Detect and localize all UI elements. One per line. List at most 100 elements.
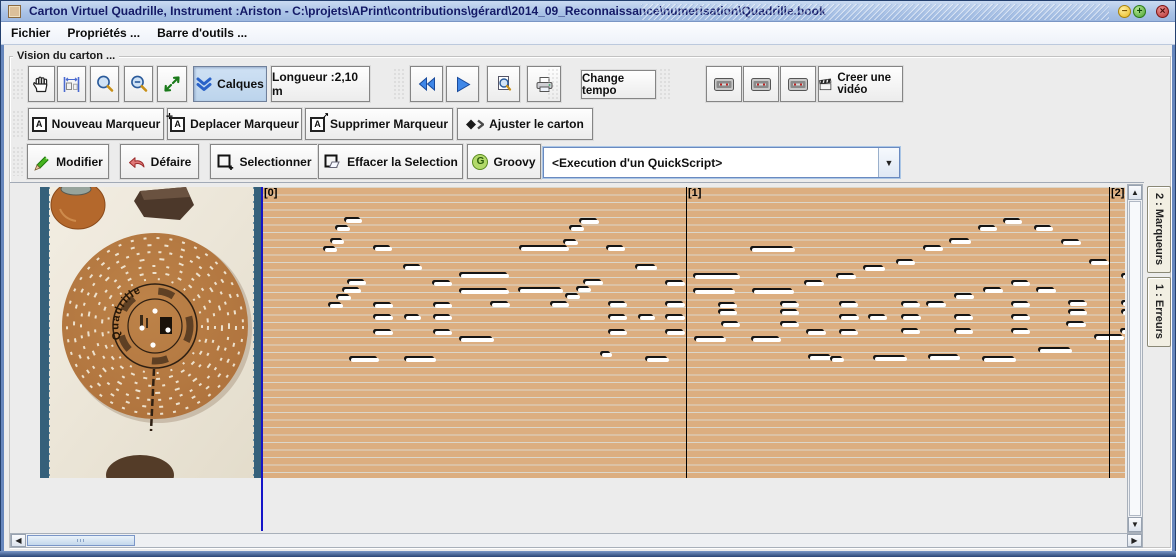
punch-hole[interactable]	[608, 301, 625, 306]
scroll-right-button[interactable]: ▶	[1127, 534, 1142, 547]
toolbar2-handle[interactable]	[12, 110, 25, 138]
punch-hole[interactable]	[954, 314, 971, 319]
punch-hole[interactable]	[569, 225, 582, 230]
menu-proprietes[interactable]: Propriétés ...	[67, 26, 140, 40]
punch-roll-view[interactable]: [0][1][2]	[263, 187, 1125, 478]
scroll-down-button[interactable]: ▼	[1128, 517, 1142, 532]
punch-hole[interactable]	[1068, 300, 1085, 305]
punch-hole[interactable]	[901, 314, 919, 319]
scroll-left-button[interactable]: ◀	[11, 534, 26, 547]
undo-button[interactable]: Défaire	[120, 144, 199, 179]
punch-hole[interactable]	[1003, 218, 1020, 223]
punch-hole[interactable]	[982, 356, 1014, 361]
punch-hole[interactable]	[373, 302, 391, 307]
punch-hole[interactable]	[928, 354, 958, 359]
marker-line[interactable]	[1109, 187, 1110, 478]
punch-hole[interactable]	[901, 328, 918, 333]
punch-hole[interactable]	[1011, 280, 1028, 285]
punch-hole[interactable]	[750, 246, 793, 251]
punch-hole[interactable]	[808, 354, 830, 359]
punch-hole[interactable]	[330, 238, 342, 243]
tape-output-button-3[interactable]	[780, 66, 816, 102]
expand-view-button[interactable]	[157, 66, 187, 102]
print-preview-button[interactable]	[487, 66, 520, 102]
tape-output-button-2[interactable]	[743, 66, 779, 102]
punch-hole[interactable]	[751, 336, 779, 341]
toolbar3-handle[interactable]	[12, 146, 25, 176]
move-marker-button[interactable]: A✛ Deplacer Marqueur	[167, 108, 302, 140]
punch-hole[interactable]	[563, 239, 576, 244]
punch-hole[interactable]	[490, 301, 508, 306]
punch-hole[interactable]	[780, 321, 797, 326]
punch-hole[interactable]	[954, 328, 971, 333]
punch-hole[interactable]	[839, 301, 856, 306]
change-tempo-button[interactable]: Change tempo	[581, 70, 656, 99]
punch-hole[interactable]	[518, 287, 561, 292]
punch-hole[interactable]	[863, 265, 883, 270]
modify-button[interactable]: Modifier	[27, 144, 109, 179]
combo-dropdown-button[interactable]: ▼	[878, 148, 899, 177]
new-marker-button[interactable]: A Nouveau Marqueur	[28, 108, 164, 140]
punch-hole[interactable]	[949, 238, 969, 243]
punch-hole[interactable]	[1089, 259, 1107, 264]
punch-hole[interactable]	[1038, 347, 1070, 352]
punch-hole[interactable]	[349, 356, 377, 361]
punch-hole[interactable]	[600, 351, 610, 356]
punch-hole[interactable]	[433, 314, 450, 319]
vertical-scrollbar[interactable]: ▲ ▼	[1127, 184, 1143, 533]
punch-hole[interactable]	[806, 329, 824, 334]
close-button[interactable]: ×	[1156, 5, 1169, 18]
tab-marqueurs[interactable]: 2 : Marqueurs	[1147, 186, 1171, 273]
punch-hole[interactable]	[433, 302, 450, 307]
punch-hole[interactable]	[459, 272, 507, 277]
punch-hole[interactable]	[1011, 314, 1028, 319]
create-video-button[interactable]: Creer une vidéo	[818, 66, 903, 102]
punch-hole[interactable]	[519, 245, 567, 250]
groovy-button[interactable]: G Groovy	[467, 144, 541, 179]
horizontal-scroll-thumb[interactable]	[27, 535, 135, 546]
punch-hole[interactable]	[665, 329, 683, 334]
punch-hole[interactable]	[1061, 239, 1079, 244]
punch-hole[interactable]	[780, 309, 797, 314]
punch-hole[interactable]	[718, 309, 735, 314]
zoom-in-button[interactable]	[90, 66, 119, 102]
punch-hole[interactable]	[433, 329, 450, 334]
punch-hole[interactable]	[635, 264, 655, 269]
punch-hole[interactable]	[373, 245, 390, 250]
punch-hole[interactable]	[344, 217, 360, 222]
punch-hole[interactable]	[1121, 300, 1125, 305]
punch-hole[interactable]	[583, 279, 601, 284]
punch-hole[interactable]	[693, 288, 733, 293]
horizontal-scrollbar[interactable]: ◀ ▶	[10, 533, 1143, 548]
maximize-button[interactable]: +	[1133, 5, 1146, 18]
punch-hole[interactable]	[404, 314, 419, 319]
punch-hole[interactable]	[550, 301, 567, 306]
punch-hole[interactable]	[1068, 309, 1085, 314]
punch-hole[interactable]	[839, 329, 856, 334]
tab-erreurs[interactable]: 1 : Erreurs	[1147, 277, 1171, 347]
fit-width-button[interactable]	[57, 66, 86, 102]
rewind-button[interactable]	[410, 66, 443, 102]
calques-toggle-button[interactable]: Calques	[193, 66, 267, 102]
punch-hole[interactable]	[608, 329, 625, 334]
punch-hole[interactable]	[873, 355, 905, 360]
punch-hole[interactable]	[638, 314, 653, 319]
vertical-scroll-thumb[interactable]	[1129, 201, 1141, 516]
punch-hole[interactable]	[373, 329, 391, 334]
title-bar[interactable]: Carton Virtuel Quadrille, Instrument :Ar…	[1, 1, 1175, 22]
punch-hole[interactable]	[665, 280, 683, 285]
punch-hole[interactable]	[665, 314, 683, 319]
punch-hole[interactable]	[896, 259, 913, 264]
punch-hole[interactable]	[752, 288, 792, 293]
punch-hole[interactable]	[868, 314, 885, 319]
punch-hole[interactable]	[576, 286, 589, 291]
punch-hole[interactable]	[606, 245, 623, 250]
punch-hole[interactable]	[1121, 309, 1125, 314]
zoom-out-button[interactable]	[124, 66, 153, 102]
quickscript-combobox[interactable]: <Execution d'un QuickScript> ▼	[543, 147, 900, 178]
toolbar1-handle[interactable]	[12, 68, 25, 100]
marker-zero-line[interactable]	[261, 187, 263, 531]
punch-hole[interactable]	[403, 264, 420, 269]
delete-marker-button[interactable]: A↗ Supprimer Marqueur	[305, 108, 453, 140]
punch-hole[interactable]	[923, 245, 941, 250]
